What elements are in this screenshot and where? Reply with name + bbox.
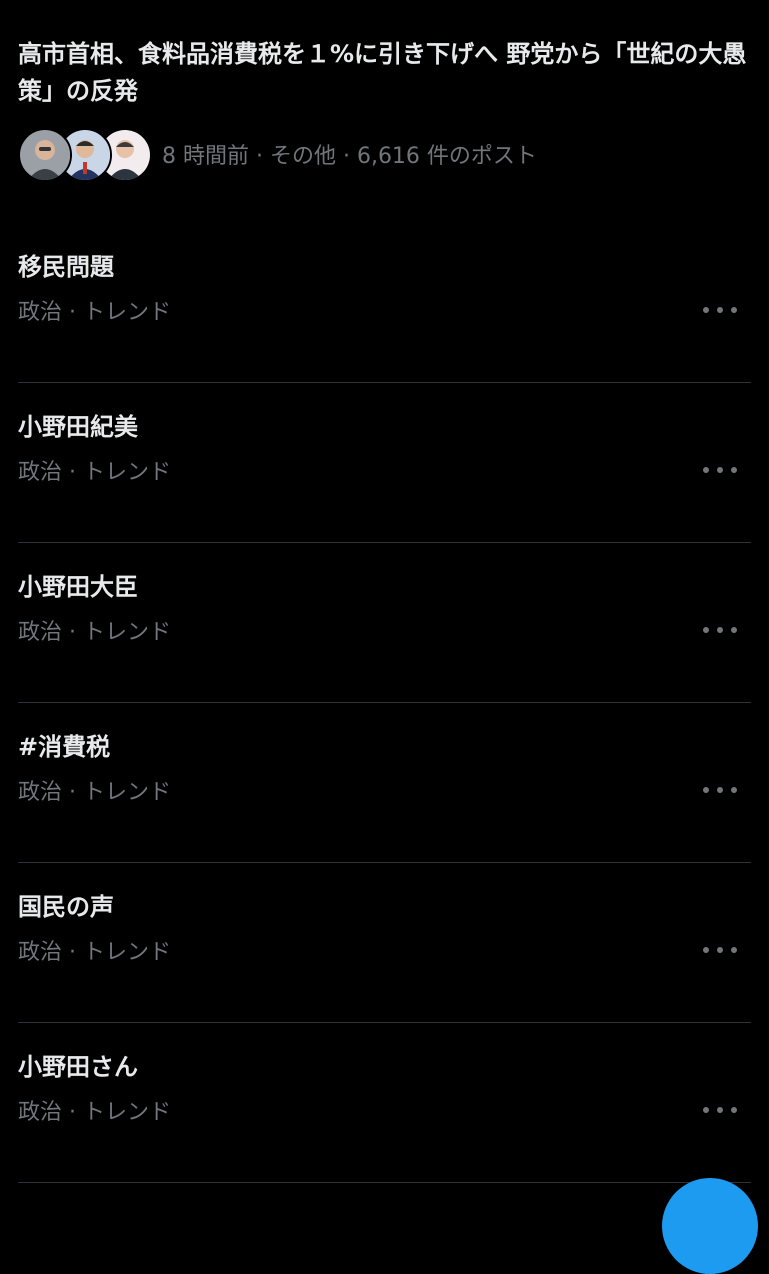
trend-item[interactable]: 小野田さん 政治 · トレンド bbox=[18, 1022, 751, 1183]
trend-name[interactable]: 小野田さん bbox=[18, 1047, 138, 1082]
trend-category: 政治 · トレンド bbox=[18, 620, 171, 645]
trend-name[interactable]: 移民問題 bbox=[18, 247, 114, 282]
more-horizontal-icon[interactable] bbox=[703, 300, 737, 320]
trend-category: 政治 · トレンド bbox=[18, 300, 171, 325]
trend-name[interactable]: 小野田大臣 bbox=[18, 567, 138, 602]
trend-name[interactable]: 小野田紀美 bbox=[18, 407, 138, 442]
more-horizontal-icon[interactable] bbox=[703, 780, 737, 800]
news-meta-row: 8 時間前 · その他 · 6,616 件のポスト bbox=[18, 126, 748, 182]
avatar-group bbox=[18, 126, 152, 182]
trend-item[interactable]: 国民の声 政治 · トレンド bbox=[18, 862, 751, 1023]
trend-item[interactable]: 小野田紀美 政治 · トレンド bbox=[18, 382, 751, 543]
trend-name[interactable]: 国民の声 bbox=[18, 887, 114, 922]
more-horizontal-icon[interactable] bbox=[703, 620, 737, 640]
trend-item[interactable]: 移民問題 政治 · トレンド bbox=[18, 222, 751, 383]
more-horizontal-icon[interactable] bbox=[703, 940, 737, 960]
trend-item[interactable]: 小野田大臣 政治 · トレンド bbox=[18, 542, 751, 703]
trend-category: 政治 · トレンド bbox=[18, 940, 171, 965]
trend-item[interactable]: #消費税 政治 · トレンド bbox=[18, 702, 751, 863]
compose-fab[interactable] bbox=[662, 1178, 758, 1274]
more-horizontal-icon[interactable] bbox=[703, 460, 737, 480]
avatar bbox=[18, 128, 72, 182]
more-horizontal-icon[interactable] bbox=[703, 1100, 737, 1120]
news-meta-text: 8 時間前 · その他 · 6,616 件のポスト bbox=[162, 144, 537, 169]
news-headline[interactable]: 高市首相、食料品消費税を１%に引き下げへ 野党から「世紀の大愚策」の反発 bbox=[18, 36, 748, 110]
trend-category: 政治 · トレンド bbox=[18, 460, 171, 485]
trend-category: 政治 · トレンド bbox=[18, 780, 171, 805]
news-card[interactable]: 高市首相、食料品消費税を１%に引き下げへ 野党から「世紀の大愚策」の反発 8 時… bbox=[18, 36, 748, 182]
trend-category: 政治 · トレンド bbox=[18, 1100, 171, 1125]
trend-name[interactable]: #消費税 bbox=[18, 727, 110, 762]
